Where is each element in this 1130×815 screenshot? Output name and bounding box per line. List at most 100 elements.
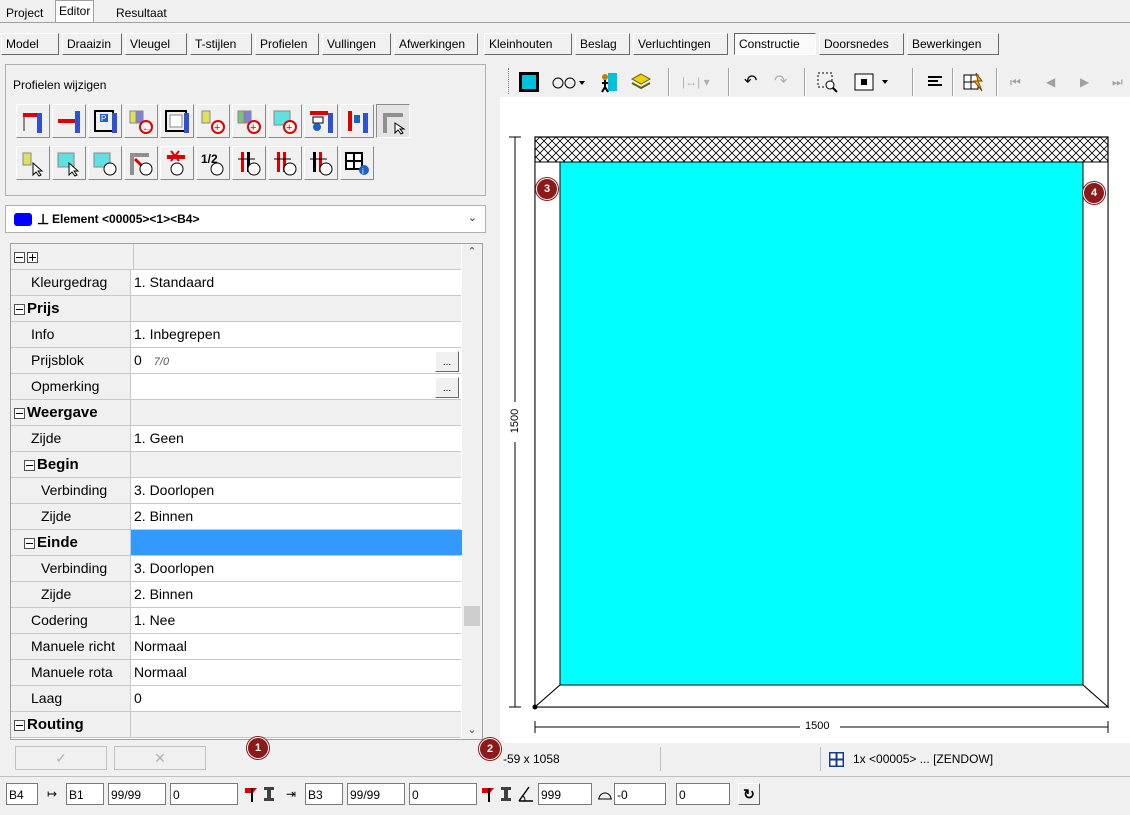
collapse-icon[interactable] (14, 407, 25, 419)
collapse-icon[interactable] (14, 719, 25, 731)
property-row[interactable]: Zijde 1. Geen (11, 426, 461, 452)
profile-middle-icon[interactable] (52, 104, 86, 138)
end-value-field[interactable]: 0 (409, 783, 477, 805)
confirm-button[interactable]: ✓ (15, 746, 107, 770)
property-value[interactable] (131, 374, 464, 399)
start-ratio-field[interactable]: 99/99 (108, 783, 166, 805)
frame-view-icon[interactable] (518, 71, 540, 93)
property-row[interactable]: Zijde 2. Binnen (11, 504, 461, 530)
property-value[interactable] (131, 452, 464, 477)
property-category-row[interactable]: Routing (11, 712, 461, 738)
property-value[interactable]: 0 (131, 686, 464, 711)
profile-top-icon[interactable] (16, 104, 50, 138)
ellipsis-button[interactable]: ... (435, 351, 459, 372)
property-value[interactable] (131, 712, 464, 737)
start-clamp-icon[interactable] (262, 785, 276, 803)
person-icon[interactable] (598, 71, 620, 93)
tab-project[interactable]: Project (2, 2, 47, 22)
top-profile-hatched[interactable] (534, 136, 1109, 163)
drawing-canvas[interactable]: 1500 1500 3 4 (500, 97, 1130, 743)
hand-split2-icon[interactable] (268, 146, 302, 180)
previous-icon[interactable]: ◀ (1046, 71, 1068, 93)
tab-model[interactable]: Model (1, 33, 59, 55)
hand-corner-icon[interactable] (124, 146, 158, 180)
marker-4[interactable]: 4 (1083, 182, 1105, 204)
element-dropdown[interactable]: ⊥ Element <00005><1><B4> ⌄ (5, 205, 486, 233)
property-value[interactable] (131, 530, 464, 555)
property-value[interactable]: Normaal (131, 634, 464, 659)
property-category-row[interactable]: Einde (11, 530, 464, 556)
property-value[interactable] (131, 400, 464, 425)
property-value[interactable]: 3. Doorlopen (131, 478, 464, 503)
property-value[interactable]: 0 7/0 (131, 348, 464, 373)
collapse-icon[interactable] (24, 537, 35, 549)
left-profile[interactable] (534, 161, 561, 709)
profile-edit-icon[interactable] (304, 104, 338, 138)
property-category-row[interactable]: Weergave (11, 400, 461, 426)
property-row[interactable]: Opmerking... (11, 374, 461, 400)
tab-bewerkingen[interactable]: Bewerkingen (907, 33, 999, 55)
refresh-button[interactable]: ↻ (738, 783, 760, 805)
scrollbar-thumb[interactable] (464, 606, 480, 626)
tab-vullingen[interactable]: Vullingen (322, 33, 391, 55)
scroll-up-icon[interactable]: ⌃ (462, 244, 482, 261)
profile-field[interactable]: B4 (6, 783, 38, 805)
collapse-icon[interactable] (14, 303, 25, 315)
property-row[interactable]: Prijsblok 0 7/0... (11, 348, 461, 374)
redo-icon[interactable]: ↷ (774, 71, 796, 93)
select-profile-icon[interactable] (16, 146, 50, 180)
collapse-icon[interactable] (24, 459, 35, 471)
tab-profielen[interactable]: Profielen (255, 33, 319, 55)
align-left-icon[interactable] (924, 71, 946, 93)
property-row[interactable]: Kleurgedrag 1. Standaard (11, 270, 461, 296)
property-value[interactable] (131, 296, 464, 321)
property-value[interactable]: 3. Doorlopen (131, 556, 464, 581)
tab-verluchtingen[interactable]: Verluchtingen (633, 33, 728, 55)
tab-editor[interactable]: Editor (55, 0, 95, 23)
right-profile[interactable] (1082, 161, 1109, 709)
tab-afwerkingen[interactable]: Afwerkingen (394, 33, 478, 55)
hand-split3-icon[interactable] (304, 146, 338, 180)
glasses-icon[interactable] (550, 71, 586, 93)
tab-resultaat[interactable]: Resultaat (112, 2, 171, 22)
angle-field[interactable]: 999 (538, 783, 592, 805)
end-flag-icon[interactable] (480, 785, 496, 803)
ellipsis-button[interactable]: ... (435, 377, 459, 398)
profile-select-icon[interactable] (376, 104, 410, 138)
next-icon[interactable]: ▶ (1080, 71, 1102, 93)
property-row[interactable]: Info 1. Inbegrepen (11, 322, 461, 348)
profile-p-icon[interactable]: P (88, 104, 122, 138)
quick-edit-icon[interactable] (962, 71, 984, 93)
property-row[interactable]: Codering 1. Nee (11, 608, 461, 634)
scroll-down-icon[interactable]: ⌄ (462, 722, 482, 739)
bottom-profile[interactable] (533, 684, 1110, 708)
profile-frame-icon[interactable] (160, 104, 194, 138)
tab-draaizin[interactable]: Draaizin (62, 33, 122, 55)
marker-3[interactable]: 3 (536, 178, 558, 200)
property-value[interactable]: 2. Binnen (131, 504, 464, 529)
property-value[interactable]: 1. Standaard (131, 270, 464, 295)
last-icon[interactable]: ⏭ (1112, 71, 1130, 93)
property-value[interactable]: 1. Geen (131, 426, 464, 451)
property-value[interactable]: 1. Nee (131, 608, 464, 633)
end-ref-field[interactable]: B3 (305, 783, 343, 805)
dimension-icon[interactable]: |↔| ▾ (682, 71, 720, 93)
glass-add-icon[interactable]: + (268, 104, 302, 138)
hand-half-icon[interactable]: 1/2 (196, 146, 230, 180)
property-row[interactable]: Verbinding 3. Doorlopen (11, 556, 461, 582)
property-row[interactable]: Verbinding 3. Doorlopen (11, 478, 461, 504)
property-row[interactable]: Laag 0 (11, 686, 461, 712)
property-value[interactable]: 2. Binnen (131, 582, 464, 607)
profile-add-icon[interactable]: + (196, 104, 230, 138)
tab-doorsnedes[interactable]: Doorsnedes (819, 33, 904, 55)
hand-split-icon[interactable] (232, 146, 266, 180)
property-category-row[interactable]: Begin (11, 452, 461, 478)
tab-constructie[interactable]: Constructie (734, 33, 816, 55)
end-clamp-icon[interactable] (499, 785, 513, 803)
undo-icon[interactable]: ↶ (744, 71, 766, 93)
profile-add-double-icon[interactable]: + (232, 104, 266, 138)
zoom-fit-icon[interactable] (852, 71, 892, 93)
profile-mullion-icon[interactable] (340, 104, 374, 138)
property-value[interactable]: 1. Inbegrepen (131, 322, 464, 347)
hand-cut-icon[interactable] (160, 146, 194, 180)
